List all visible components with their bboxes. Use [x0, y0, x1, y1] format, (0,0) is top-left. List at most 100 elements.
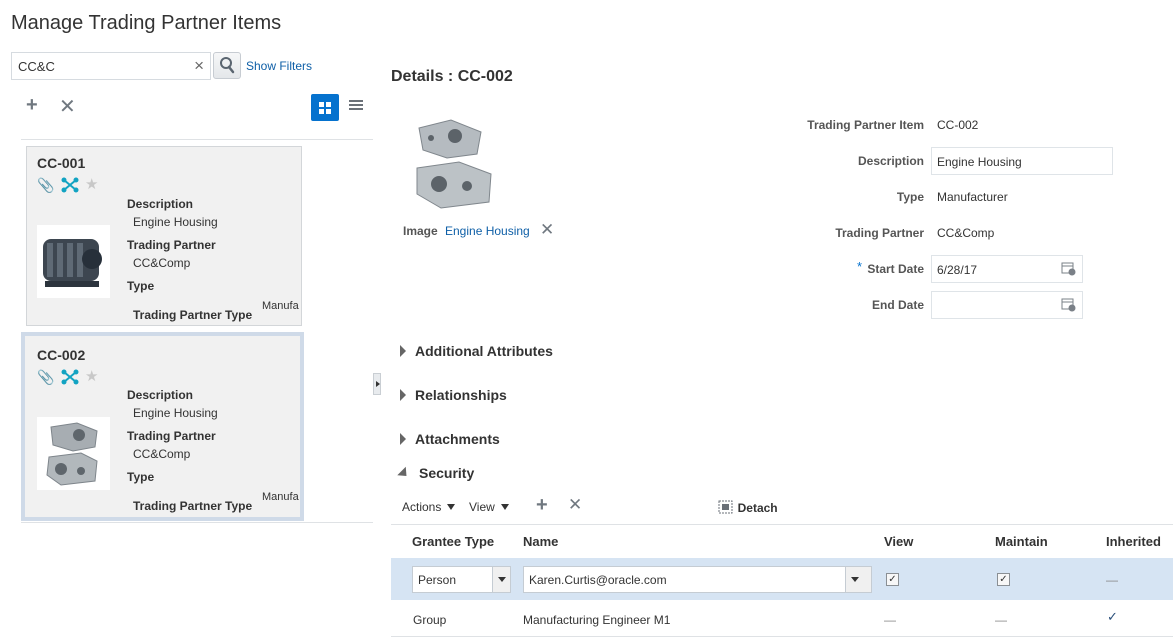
end-date-label: End Date	[871, 298, 924, 312]
detach-icon	[718, 500, 733, 514]
trading-partner-item-label: Trading Partner Item	[807, 118, 924, 132]
show-filters-link[interactable]: Show Filters	[246, 59, 312, 73]
tp-type-value: Manufa	[262, 300, 299, 312]
add-icon[interactable]: +	[26, 94, 38, 117]
search-input[interactable]: CC&C ×	[11, 52, 211, 80]
search-icon	[220, 57, 235, 74]
divider	[21, 522, 373, 523]
favorite-star-icon[interactable]: ★	[85, 367, 98, 385]
trading-partner-label: Trading Partner	[835, 226, 924, 240]
column-header-inherited[interactable]: Inherited	[1106, 534, 1161, 549]
actions-menu[interactable]: Actions	[402, 500, 456, 514]
favorite-star-icon[interactable]: ★	[85, 175, 98, 193]
type-label: Type	[896, 190, 924, 204]
inherited-value: —	[1106, 573, 1118, 587]
chevron-down-icon	[447, 504, 456, 510]
calendar-icon[interactable]	[1061, 261, 1076, 276]
section-security[interactable]: Security	[397, 465, 475, 481]
attachment-icon[interactable]: 📎	[37, 177, 54, 194]
type-label: Type	[127, 279, 155, 293]
trading-partner-value: CC&Comp	[133, 256, 191, 270]
search-button[interactable]	[213, 52, 241, 79]
tp-type-label: Trading Partner Type	[133, 499, 253, 513]
column-header-grantee-type[interactable]: Grantee Type	[412, 534, 494, 549]
grantee-type-cell: Group	[413, 613, 447, 627]
grid-view-button[interactable]	[311, 94, 339, 121]
trading-partner-value: CC&Comp	[133, 447, 191, 461]
calendar-icon[interactable]	[1061, 297, 1076, 312]
name-value: Karen.Curtis@oracle.com	[529, 573, 667, 587]
start-date-value: 6/28/17	[937, 263, 978, 277]
add-icon[interactable]: +	[536, 494, 548, 517]
item-image	[411, 114, 496, 214]
remove-image-icon[interactable]: ✕	[540, 220, 554, 240]
section-additional-attributes[interactable]: Additional Attributes	[400, 343, 553, 359]
expand-icon	[400, 345, 406, 357]
chevron-down-icon[interactable]	[492, 567, 510, 592]
actions-label: Actions	[402, 500, 442, 514]
item-thumbnail	[37, 225, 110, 298]
end-date-field[interactable]	[931, 291, 1083, 319]
item-card-selected[interactable]: CC-002 📎 ★ Description Engine Housing Tr…	[21, 332, 304, 521]
start-date-field[interactable]: 6/28/17	[931, 255, 1083, 283]
section-title: Additional Attributes	[415, 343, 553, 359]
clear-icon[interactable]: ×	[194, 56, 204, 76]
type-value: Manufacturer	[937, 190, 1008, 204]
column-header-view[interactable]: View	[884, 534, 913, 549]
grantee-type-value: Person	[418, 573, 457, 587]
description-value: Engine Housing	[133, 215, 218, 229]
maintain-checkbox[interactable]: ✓	[997, 573, 1010, 586]
column-header-maintain[interactable]: Maintain	[995, 534, 1048, 549]
trading-partner-value: CC&Comp	[937, 226, 995, 240]
tp-type-value: Manufa	[262, 491, 299, 503]
grantee-type-select[interactable]: Person	[412, 566, 511, 593]
item-thumbnail	[37, 417, 110, 490]
list-view-button[interactable]	[349, 100, 363, 112]
description-field[interactable]: Engine Housing	[931, 147, 1113, 175]
tp-type-label: Trading Partner Type	[133, 308, 253, 322]
divider	[21, 139, 373, 140]
section-title: Security	[419, 465, 475, 481]
relationships-icon[interactable]	[61, 177, 79, 193]
card-id: CC-001	[37, 155, 86, 171]
maintain-value: —	[995, 613, 1007, 627]
section-relationships[interactable]: Relationships	[400, 387, 507, 403]
panel-collapse-handle[interactable]	[373, 373, 381, 395]
view-checkbox[interactable]: ✓	[886, 573, 899, 586]
column-header-name[interactable]: Name	[523, 534, 558, 549]
engine-housing-image	[46, 422, 98, 486]
search-input-value: CC&C	[18, 59, 55, 74]
chevron-down-icon[interactable]	[845, 567, 871, 592]
section-title: Attachments	[415, 431, 500, 447]
image-link[interactable]: Engine Housing	[445, 224, 530, 238]
inherited-check-icon: ✓	[1107, 609, 1118, 624]
view-label: View	[469, 500, 495, 514]
engine-housing-image	[43, 239, 102, 287]
card-id: CC-002	[37, 347, 86, 363]
attachment-icon[interactable]: 📎	[37, 369, 54, 386]
page-title: Manage Trading Partner Items	[11, 12, 282, 34]
chevron-down-icon	[500, 504, 509, 510]
delete-icon[interactable]: ✕	[568, 495, 582, 515]
description-label: Description	[857, 154, 924, 168]
trading-partner-label: Trading Partner	[127, 429, 216, 443]
description-label: Description	[127, 388, 194, 402]
description-value: Engine Housing	[133, 406, 218, 420]
view-menu[interactable]: View	[469, 500, 509, 514]
start-date-label: Start Date	[867, 262, 924, 276]
divider	[391, 636, 1173, 637]
description-label: Description	[127, 197, 194, 211]
name-cell: Manufacturing Engineer M1	[523, 613, 671, 627]
item-card[interactable]: CC-001 📎 ★ Description Engine Housing Tr…	[26, 146, 302, 326]
type-label: Type	[127, 470, 155, 484]
delete-icon[interactable]: ✕	[59, 94, 76, 119]
image-label: Image	[403, 224, 438, 238]
collapse-icon	[397, 466, 411, 481]
engine-housing-image	[416, 119, 492, 209]
trading-partner-item-value: CC-002	[937, 118, 979, 132]
relationships-icon[interactable]	[61, 369, 79, 385]
name-select[interactable]: Karen.Curtis@oracle.com	[523, 566, 872, 593]
trading-partner-label: Trading Partner	[127, 238, 216, 252]
section-attachments[interactable]: Attachments	[400, 431, 500, 447]
detach-button[interactable]: Detach	[718, 500, 778, 515]
